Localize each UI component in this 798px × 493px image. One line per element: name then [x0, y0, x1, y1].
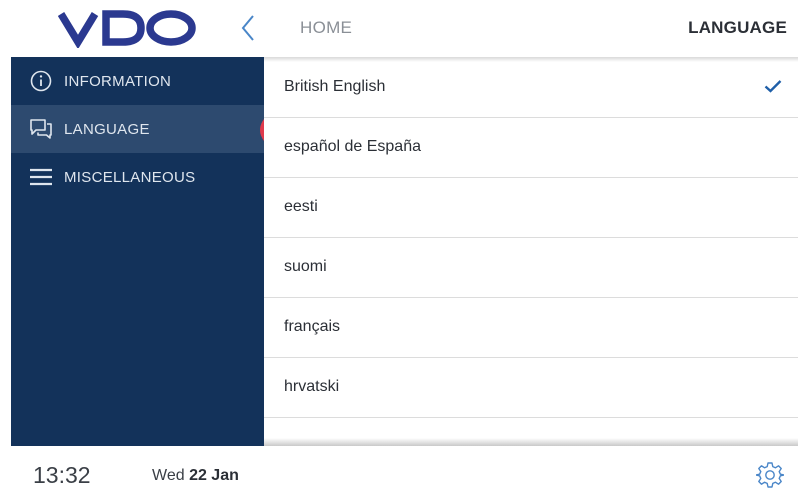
sidebar-item-language[interactable]: LANGUAGE [11, 105, 264, 153]
sidebar: INFORMATION LANGUAGE MISCELLANEOUS [11, 57, 264, 446]
language-item-british-english[interactable]: British English [264, 57, 798, 118]
language-label: suomi [284, 258, 327, 275]
sidebar-item-information[interactable]: INFORMATION [11, 57, 264, 105]
language-item-francais[interactable]: français [264, 297, 798, 358]
list-top-shadow [264, 57, 798, 62]
back-button[interactable] [234, 12, 262, 44]
language-label: français [284, 318, 341, 335]
language-label: British English [284, 78, 386, 95]
status-bar [0, 446, 798, 489]
language-item-espanol[interactable]: español de España [264, 117, 798, 178]
sidebar-item-label: LANGUAGE [64, 121, 150, 138]
language-item-hrvatski[interactable]: hrvatski [264, 357, 798, 418]
date-display: Wed 22 Jan [152, 467, 239, 485]
sidebar-item-label: INFORMATION [64, 73, 172, 90]
language-list: British English español de España eesti … [264, 57, 798, 446]
language-label: español de España [284, 138, 421, 155]
menu-icon [29, 165, 53, 189]
language-label: hrvatski [284, 378, 340, 395]
date-day-month: 22 Jan [189, 467, 239, 484]
gear-icon [755, 462, 785, 488]
sidebar-item-label: MISCELLANEOUS [64, 169, 196, 186]
language-item-suomi[interactable]: suomi [264, 237, 798, 298]
chevron-left-icon [241, 15, 254, 41]
language-item-eesti[interactable]: eesti [264, 177, 798, 238]
checkmark-icon [764, 79, 782, 93]
chat-bubbles-icon [29, 117, 53, 141]
language-label: eesti [284, 198, 318, 215]
top-bar: HOME LANGUAGE [0, 0, 798, 57]
list-scroll-shadow [264, 438, 798, 446]
info-icon [29, 69, 53, 93]
vdo-logo [58, 8, 198, 48]
clock-time: 13:32 [33, 462, 91, 488]
page-title: LANGUAGE [688, 18, 787, 37]
sidebar-item-miscellaneous[interactable]: MISCELLANEOUS [11, 153, 264, 201]
settings-button[interactable] [755, 460, 785, 488]
breadcrumb-home[interactable]: HOME [300, 18, 352, 38]
date-weekday: Wed [152, 467, 185, 484]
